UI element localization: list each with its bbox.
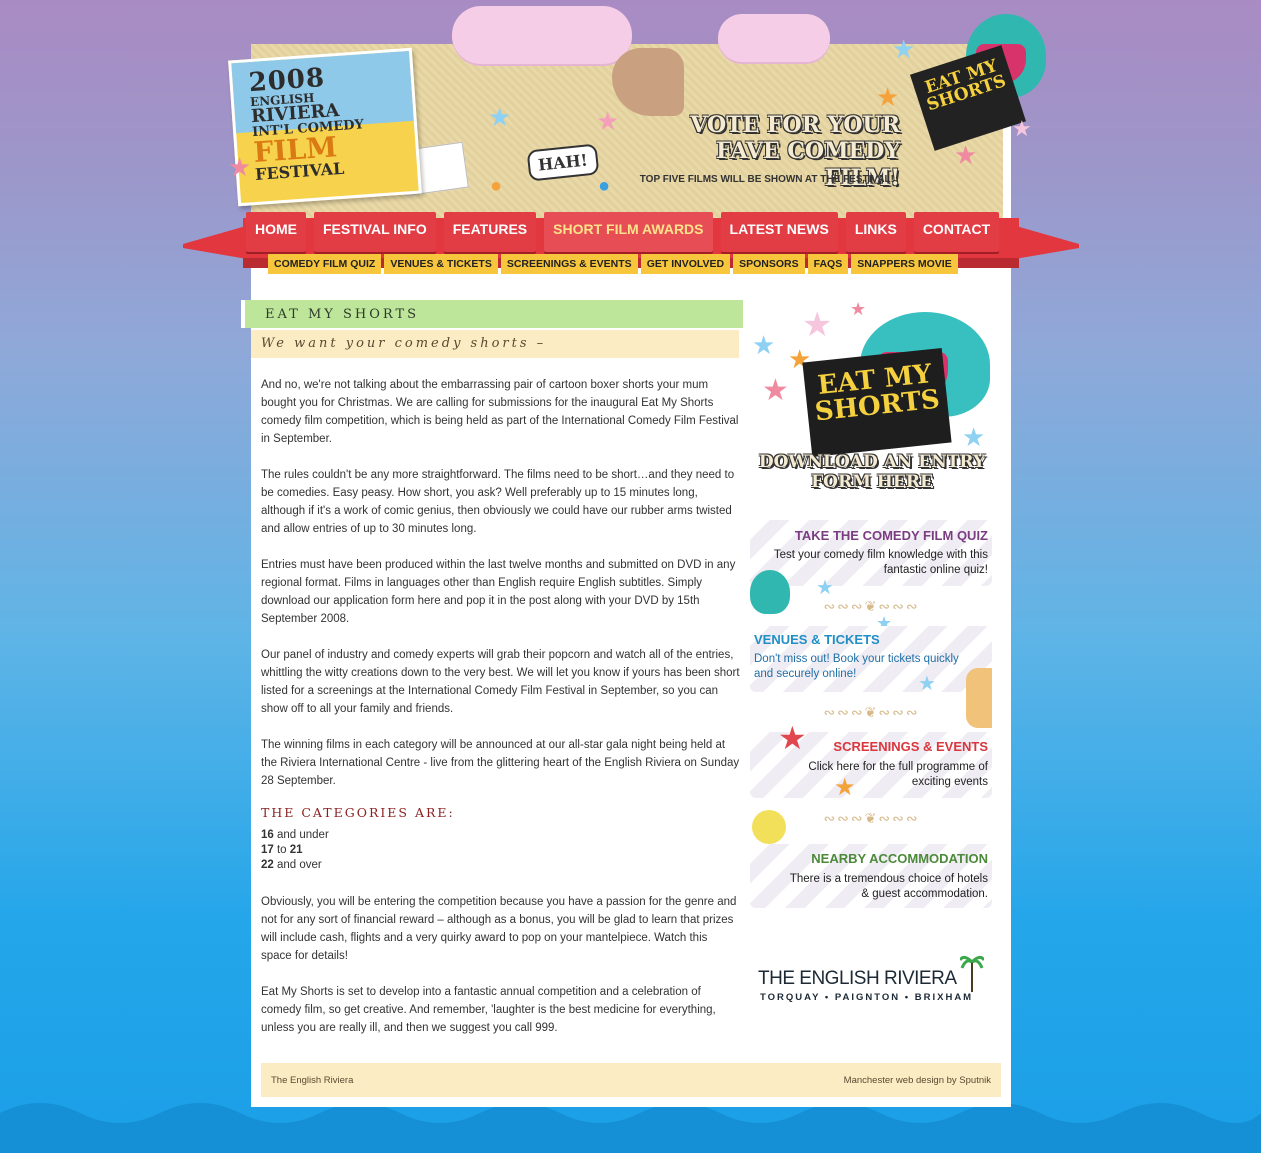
divider-ornament: ∾∾∾❦∾∾∾ bbox=[823, 810, 920, 826]
category-item: 22 and over bbox=[261, 859, 322, 871]
box-text: Test your comedy film knowledge with thi… bbox=[773, 549, 988, 576]
riviera-title: THE ENGLISH RIVIERA bbox=[758, 968, 957, 989]
subnav-item-venues-tickets[interactable]: VENUES & TICKETS bbox=[384, 254, 498, 274]
subnav-item-sponsors[interactable]: SPONSORS bbox=[733, 254, 805, 274]
festival-logo[interactable]: 2008 ENGLISH RIVIERA INT'L COMEDY FILM F… bbox=[228, 47, 422, 207]
star-icon: ★ bbox=[1012, 116, 1032, 141]
nearby-accommodation-box[interactable]: NEARBY ACCOMMODATION There is a tremendo… bbox=[750, 844, 992, 908]
subnav-item-faqs[interactable]: FAQS bbox=[807, 254, 849, 274]
riviera-towns: TORQUAY • PAIGNTON • BRIXHAM bbox=[760, 992, 974, 1003]
download-line-2: FORM HERE bbox=[811, 472, 933, 493]
category-item: 17 to 21 bbox=[261, 844, 303, 856]
star-icon: ★ bbox=[802, 306, 833, 344]
comedy-quiz-box[interactable]: TAKE THE COMEDY FILM QUIZ Test your come… bbox=[750, 520, 992, 586]
nav-item-home[interactable]: HOME bbox=[246, 212, 306, 252]
eat-my-shorts-sign: EAT MY SHORTS bbox=[802, 347, 952, 458]
download-entry-form-promo[interactable]: ★ ★ ★ ★ ★ ★ EAT MY SHORTS DOWNLOAD AN EN… bbox=[752, 300, 992, 500]
nav-item-features[interactable]: FEATURES bbox=[443, 212, 537, 252]
box-text: There is a tremendous choice of hotels &… bbox=[789, 873, 988, 900]
star-icon: ★ bbox=[778, 720, 807, 756]
subnav-item-get-involved[interactable]: GET INVOLVED bbox=[640, 254, 731, 274]
footer: The English Riviera Manchester web desig… bbox=[261, 1063, 1001, 1097]
star-icon: ★ bbox=[752, 330, 776, 360]
english-riviera-logo[interactable]: THE ENGLISH RIVIERA TORQUAY • PAIGNTON •… bbox=[750, 950, 990, 1006]
star-icon: ★ bbox=[816, 577, 834, 599]
star-icon: ★ bbox=[834, 774, 856, 801]
box-heading: SCREENINGS & EVENTS bbox=[833, 739, 988, 754]
article-paragraph: Eat My Shorts is set to develop into a f… bbox=[261, 986, 716, 1034]
nav-item-contact[interactable]: CONTACT bbox=[913, 212, 1000, 252]
star-icon: ★ bbox=[850, 299, 867, 319]
sub-navigation: COMEDY FILM QUIZ VENUES & TICKETS SCREEN… bbox=[268, 254, 958, 274]
divider-ornament: ∾∾∾❦∾∾∾ bbox=[823, 598, 920, 614]
article-title-bar: EAT MY SHORTS bbox=[241, 300, 743, 328]
subnav-item-screenings-events[interactable]: SCREENINGS & EVENTS bbox=[500, 254, 638, 274]
download-line-1: DOWNLOAD AN ENTRY bbox=[758, 452, 986, 472]
star-icon: ● bbox=[598, 175, 611, 197]
divider-ornament: ∾∾∾❦∾∾∾ bbox=[823, 704, 920, 720]
cloud-decoration bbox=[718, 14, 830, 62]
categories-heading: THE CATEGORIES ARE: bbox=[261, 805, 455, 820]
download-entry-form-link[interactable]: DOWNLOAD AN ENTRY FORM HERE bbox=[752, 452, 992, 493]
logo-festival: FESTIVAL bbox=[254, 158, 345, 184]
star-icon: ★ bbox=[228, 152, 252, 182]
footer-credit-link[interactable]: Manchester web design by Sputnik bbox=[844, 1075, 991, 1086]
nav-item-links[interactable]: LINKS bbox=[845, 212, 906, 252]
page-subtitle: We want your comedy shorts – bbox=[261, 336, 547, 351]
star-icon: ● bbox=[490, 175, 503, 197]
vote-line-1: VOTE FOR YOUR bbox=[690, 112, 900, 138]
article-paragraph: Obviously, you will be entering the comp… bbox=[261, 896, 737, 962]
star-icon: ★ bbox=[596, 106, 620, 136]
chick-icon bbox=[752, 810, 786, 844]
article-subtitle-bar: We want your comedy shorts – bbox=[251, 330, 739, 358]
box-heading: VENUES & TICKETS bbox=[754, 632, 880, 647]
palm-tree-icon bbox=[960, 955, 984, 992]
cloud-decoration bbox=[452, 6, 632, 64]
box-text: Click here for the full programme of exc… bbox=[808, 761, 988, 788]
article-paragraph: Entries must have been produced within t… bbox=[261, 559, 736, 625]
venues-tickets-box[interactable]: VENUES & TICKETS Don't miss out! Book yo… bbox=[750, 626, 992, 692]
article-paragraph: Our panel of industry and comedy experts… bbox=[261, 649, 740, 715]
nav-item-short-film-awards[interactable]: SHORT FILM AWARDS bbox=[544, 212, 713, 252]
vote-subtext: TOP FIVE FILMS WILL BE SHOWN AT THE FEST… bbox=[639, 174, 894, 185]
article-paragraph: The rules couldn't be any more straightf… bbox=[261, 469, 735, 535]
nav-item-festival-info[interactable]: FESTIVAL INFO bbox=[314, 212, 436, 252]
star-icon: ★ bbox=[962, 422, 986, 452]
star-icon: ★ bbox=[954, 140, 978, 170]
article-body: And no, we're not talking about the emba… bbox=[261, 376, 741, 1055]
nav-item-latest-news[interactable]: LATEST NEWS bbox=[720, 212, 838, 252]
star-icon: ★ bbox=[876, 82, 900, 112]
logo-text: 2008 ENGLISH RIVIERA INT'L COMEDY FILM F… bbox=[248, 62, 367, 184]
box-heading: NEARBY ACCOMMODATION bbox=[811, 851, 988, 866]
character-icon bbox=[966, 668, 992, 728]
star-icon: ★ bbox=[488, 102, 512, 132]
subnav-item-snappers-movie[interactable]: SNAPPERS MOVIE bbox=[851, 254, 958, 274]
monster-icon bbox=[750, 570, 790, 614]
star-icon: ★ bbox=[892, 34, 916, 64]
box-text: Don't miss out! Book your tickets quickl… bbox=[754, 653, 959, 680]
box-heading: TAKE THE COMEDY FILM QUIZ bbox=[794, 528, 988, 543]
category-item: 16 and under bbox=[261, 829, 329, 841]
subnav-item-comedy-film-quiz[interactable]: COMEDY FILM QUIZ bbox=[268, 254, 382, 274]
page-title: EAT MY SHORTS bbox=[265, 307, 420, 322]
article-paragraph: The winning films in each category will … bbox=[261, 739, 740, 787]
main-navigation: HOME FESTIVAL INFO FEATURES SHORT FILM A… bbox=[246, 212, 1000, 252]
star-icon: ★ bbox=[918, 673, 936, 695]
star-icon: ★ bbox=[762, 374, 789, 407]
footer-link-english-riviera[interactable]: The English Riviera bbox=[271, 1075, 353, 1086]
article-paragraph: And no, we're not talking about the emba… bbox=[261, 379, 739, 445]
